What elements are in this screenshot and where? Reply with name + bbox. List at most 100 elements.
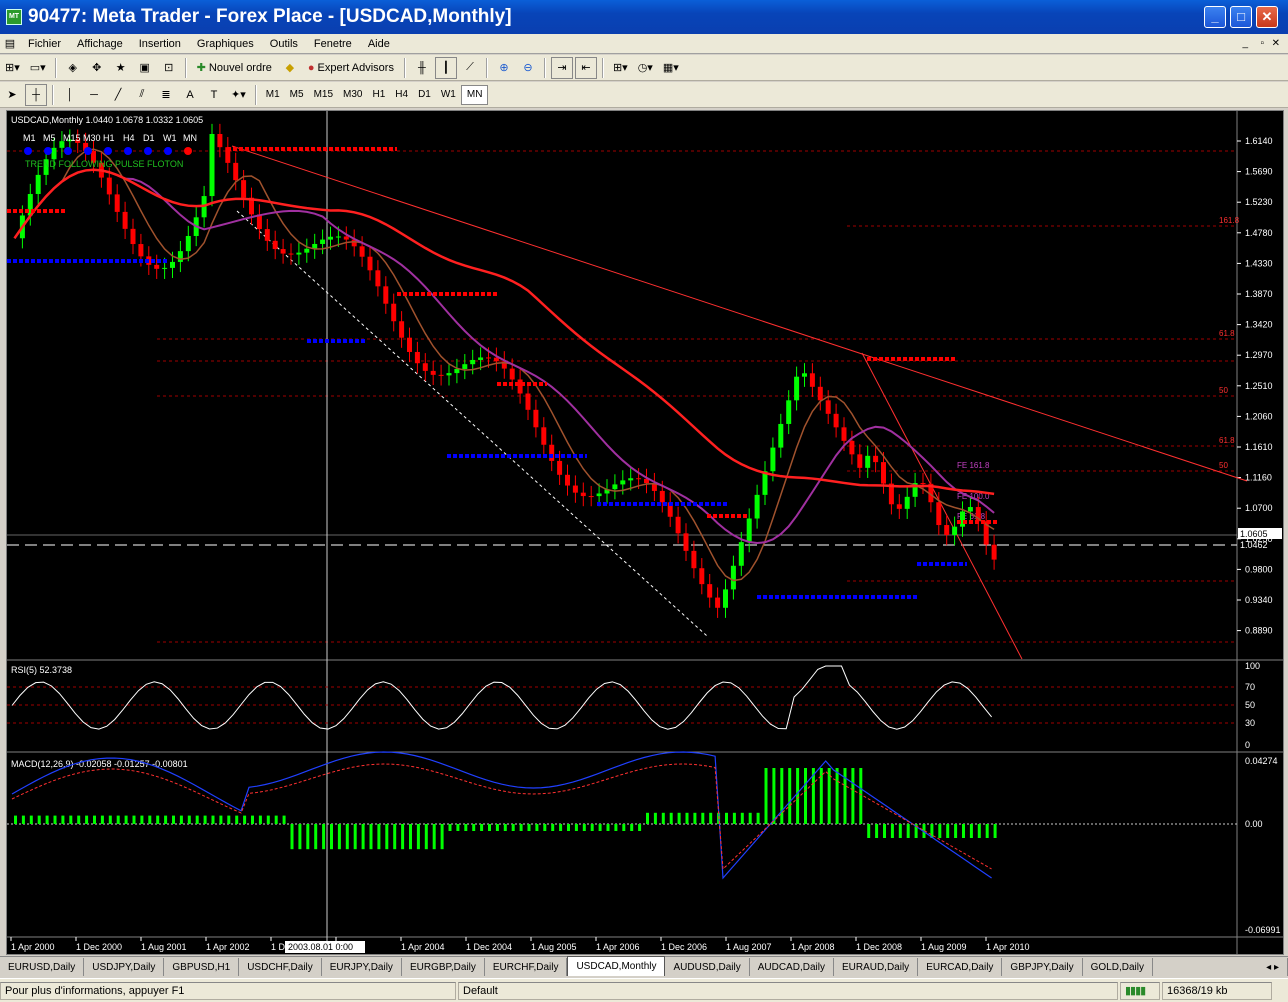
timeframe-mn[interactable]: MN: [460, 84, 489, 105]
tab-gbpjpy-daily[interactable]: GBPJPY,Daily: [1002, 958, 1083, 976]
macd-tick: 0.04274: [1245, 756, 1278, 766]
date-tick: 1 Dec 2006: [661, 942, 707, 952]
timeframe-m30[interactable]: M30: [338, 85, 367, 105]
tab-usdjpy-daily[interactable]: USDJPY,Daily: [84, 958, 165, 976]
zoom-out-icon[interactable]: ⊖: [517, 57, 539, 79]
minimize-button[interactable]: _: [1204, 6, 1226, 28]
fibonacci-icon[interactable]: ≣: [155, 84, 177, 106]
new-order-button[interactable]: ✚ Nouvel ordre: [192, 57, 277, 79]
menu-fichier[interactable]: Fichier: [20, 38, 69, 50]
macd-histogram-bar: [290, 824, 294, 850]
terminal-icon[interactable]: ▣: [134, 57, 156, 79]
candle: [841, 427, 847, 441]
tab-gbpusd-h1[interactable]: GBPUSD,H1: [164, 958, 240, 976]
tab-usdchf-daily[interactable]: USDCHF,Daily: [239, 958, 322, 976]
favorites-icon[interactable]: ★: [110, 57, 132, 79]
tab-audcad-daily[interactable]: AUDCAD,Daily: [750, 958, 834, 976]
macd-histogram-bar: [45, 815, 49, 824]
profiles-icon[interactable]: ▭▾: [26, 57, 50, 79]
tab-eurusd-daily[interactable]: EURUSD,Daily: [0, 958, 85, 976]
mdi-minimize-button[interactable]: _: [1242, 38, 1248, 49]
tab-scroll-arrows-icon[interactable]: ◂ ▸: [1258, 958, 1288, 976]
candle: [754, 494, 760, 519]
zoom-in-icon[interactable]: ⊕: [493, 57, 515, 79]
close-button[interactable]: ✕: [1256, 6, 1278, 28]
arrows-icon[interactable]: ✦▾: [227, 84, 250, 106]
candle: [730, 565, 736, 590]
timeframe-m1[interactable]: M1: [261, 85, 285, 105]
templates-icon[interactable]: ▦▾: [659, 57, 683, 79]
navigator-icon[interactable]: ✥: [86, 57, 108, 79]
macd-histogram-bar: [306, 824, 310, 850]
tab-eurcad-daily[interactable]: EURCAD,Daily: [918, 958, 1003, 976]
market-watch-icon[interactable]: ◈: [62, 57, 84, 79]
candlestick-icon[interactable]: ┃: [434, 56, 457, 79]
crosshair-icon[interactable]: ┼: [25, 83, 47, 106]
menu-fenetre[interactable]: Fenetre: [306, 38, 360, 50]
tab-euraud-daily[interactable]: EURAUD,Daily: [834, 958, 919, 976]
indicators-icon[interactable]: ⊞▾: [609, 57, 632, 79]
macd-histogram-bar: [203, 815, 207, 824]
expert-advisors-button[interactable]: ● Expert Advisors: [303, 57, 399, 79]
menu-aide[interactable]: Aide: [360, 38, 398, 50]
tab-eurgbp-daily[interactable]: EURGBP,Daily: [402, 958, 485, 976]
macd-histogram-bar: [764, 768, 768, 824]
macd-histogram-bar: [337, 824, 341, 850]
text-icon[interactable]: A: [179, 84, 201, 106]
macd-histogram-bar: [543, 824, 547, 831]
macd-histogram-bar: [456, 824, 460, 831]
candle: [762, 471, 768, 495]
menu-affichage[interactable]: Affichage: [69, 38, 131, 50]
candle: [280, 249, 286, 254]
timeframe-m15[interactable]: M15: [309, 85, 338, 105]
macd-histogram-bar: [535, 824, 539, 831]
horizontal-line-icon[interactable]: ─: [83, 84, 105, 106]
line-chart-icon[interactable]: ⟋: [459, 57, 481, 79]
macd-histogram-bar: [859, 768, 863, 824]
timeframe-h4[interactable]: H4: [390, 85, 413, 105]
tab-gold-daily[interactable]: GOLD,Daily: [1083, 958, 1153, 976]
bar-chart-icon[interactable]: ╫: [411, 57, 433, 79]
tab-eurchf-daily[interactable]: EURCHF,Daily: [485, 958, 568, 976]
new-chart-icon[interactable]: ⊞▾: [1, 57, 24, 79]
macd-histogram-bar: [559, 824, 563, 831]
macd-histogram-bar: [977, 824, 981, 838]
mdi-close-button[interactable]: ✕: [1272, 38, 1280, 49]
fib-label: 50: [1219, 386, 1228, 395]
candle: [320, 239, 326, 244]
tab-audusd-daily[interactable]: AUDUSD,Daily: [665, 958, 750, 976]
macd-histogram-bar: [606, 824, 610, 831]
periods-icon[interactable]: ◷▾: [634, 57, 657, 79]
macd-histogram-bar: [195, 815, 199, 824]
tab-usdcad-monthly[interactable]: USDCAD,Monthly: [567, 956, 666, 976]
menu-outils[interactable]: Outils: [262, 38, 306, 50]
vertical-line-icon[interactable]: │: [59, 84, 81, 106]
timeframe-d1[interactable]: D1: [413, 85, 436, 105]
price-chart[interactable]: 1.6140 1.5690 1.5230 1.4780 1.4330 1.3870 1.34…: [7, 111, 1283, 954]
metaeditor-icon[interactable]: ◆: [279, 57, 301, 79]
macd-histogram-bar: [653, 812, 657, 824]
candle: [944, 525, 950, 536]
maximize-button[interactable]: □: [1230, 6, 1252, 28]
cursor-icon[interactable]: ➤: [1, 84, 23, 106]
trendline-icon[interactable]: ╱: [107, 84, 129, 106]
timeframe-h1[interactable]: H1: [367, 85, 390, 105]
chart-window[interactable]: 1.6140 1.5690 1.5230 1.4780 1.4330 1.3870 1.34…: [6, 110, 1284, 955]
timeframe-w1[interactable]: W1: [436, 85, 461, 105]
candle: [272, 240, 278, 250]
candle: [359, 246, 365, 257]
channel-icon[interactable]: ⫽: [131, 84, 153, 106]
text-label-icon[interactable]: T: [203, 84, 225, 106]
tab-eurjpy-daily[interactable]: EURJPY,Daily: [322, 958, 402, 976]
menu-insertion[interactable]: Insertion: [131, 38, 189, 50]
macd-histogram-bar: [172, 815, 175, 824]
macd-histogram-bar: [661, 812, 665, 824]
mdi-restore-button[interactable]: ▫: [1260, 38, 1264, 49]
candle: [809, 373, 815, 387]
autoscroll-icon[interactable]: ⇥: [550, 56, 573, 79]
chart-shift-icon[interactable]: ⇤: [574, 56, 597, 79]
candle: [288, 253, 294, 255]
menu-graphiques[interactable]: Graphiques: [189, 38, 262, 50]
timeframe-m5[interactable]: M5: [285, 85, 309, 105]
tester-icon[interactable]: ⊡: [158, 57, 180, 79]
